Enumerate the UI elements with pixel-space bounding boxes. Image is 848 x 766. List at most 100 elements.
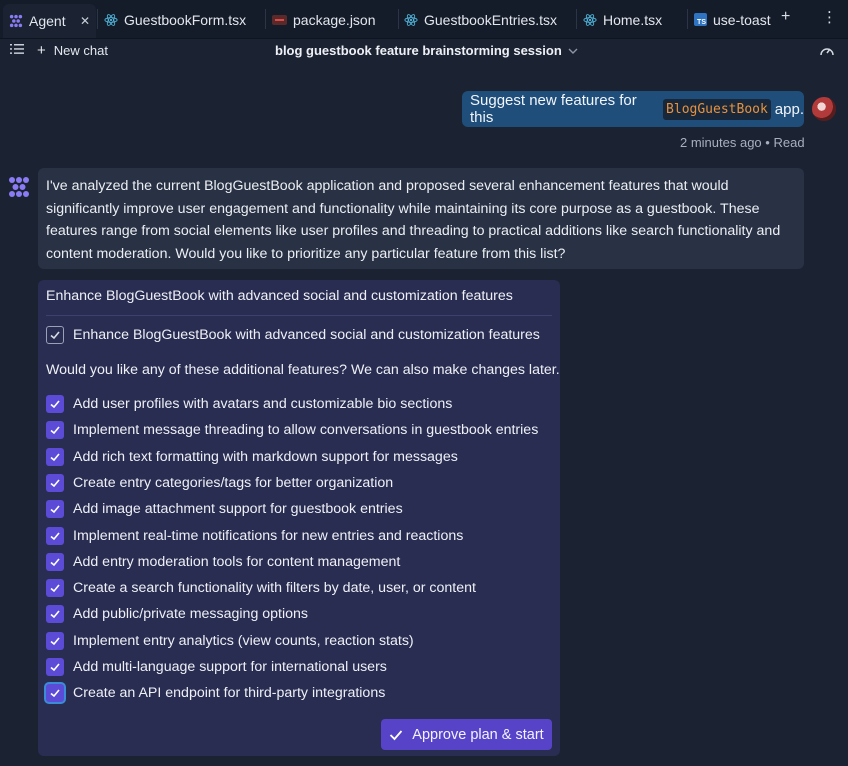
feature-checkbox-row[interactable]: Implement real-time notifications for ne… [46, 526, 464, 545]
checkbox[interactable] [46, 658, 64, 676]
typescript-icon: TS [694, 13, 707, 26]
user-message-text: Suggest new features for this [470, 92, 637, 126]
list-icon [10, 44, 24, 54]
meta-separator: • [765, 135, 770, 150]
user-message-text-end: app. [774, 100, 804, 118]
tab-label: Home.tsx [603, 11, 663, 28]
feature-checkbox-row[interactable]: Create a search functionality with filte… [46, 579, 476, 598]
feature-checkbox-row[interactable]: Implement message threading to allow con… [46, 421, 539, 440]
checkmark-icon [50, 689, 60, 698]
checkmark-icon [50, 331, 60, 340]
new-chat-button[interactable]: + New chat [37, 41, 108, 59]
checkbox[interactable] [46, 421, 64, 440]
read-status: Read [773, 135, 805, 150]
feature-checkbox-row[interactable]: Add user profiles with avatars and custo… [46, 395, 452, 413]
tab-home[interactable]: Home.tsx [583, 6, 683, 33]
checkbox[interactable] [46, 552, 64, 571]
checkmark-icon [50, 531, 60, 540]
tab-package-json[interactable]: package.json [272, 6, 397, 33]
feature-checkbox-row[interactable]: Add multi-language support for internati… [46, 658, 387, 676]
plan-question: Would you like any of these additional f… [46, 362, 560, 378]
feature-checkbox-row[interactable]: Create an API endpoint for third-party i… [46, 684, 386, 703]
tab-label: Agent [29, 13, 66, 29]
feature-checkbox-row[interactable]: Implement entry analytics (view counts, … [46, 631, 414, 650]
user-message: Suggest new features for this BlogGuestB… [462, 91, 804, 127]
checkmark-icon [50, 479, 60, 488]
checkbox-label: Add public/private messaging options [73, 606, 309, 623]
tab-use-toast[interactable]: TS use-toast [694, 6, 772, 33]
checkbox-label: Add image attachment support for guestbo… [73, 501, 403, 518]
checkmark-icon [50, 558, 60, 566]
checkbox[interactable] [46, 579, 64, 598]
new-tab-button[interactable]: + [781, 8, 790, 26]
feature-checkbox-row[interactable]: Create entry categories/tags for better … [46, 473, 394, 492]
checkbox-label: Implement message threading to allow con… [73, 422, 539, 439]
agent-message: I've analyzed the current BlogGuestBook … [38, 168, 804, 269]
tab-guestbook-entries[interactable]: GuestbookEntries.tsx [404, 6, 574, 33]
avatar [812, 97, 836, 121]
react-icon [404, 13, 418, 26]
checkbox[interactable] [46, 631, 64, 650]
checkbox[interactable] [46, 447, 64, 466]
agent-icon [9, 14, 23, 28]
checkbox[interactable] [46, 326, 64, 344]
feature-checkbox-row[interactable]: Add entry moderation tools for content m… [46, 552, 401, 571]
history-list-button[interactable] [10, 43, 24, 55]
checkbox-label: Add user profiles with avatars and custo… [73, 396, 453, 412]
checkbox-label: Enhance BlogGuestBook with advanced soci… [73, 327, 540, 343]
agent-logo-icon [9, 177, 29, 197]
checkbox-label: Implement entry analytics (view counts, … [73, 632, 414, 649]
checkbox-label: Add entry moderation tools for content m… [73, 553, 401, 570]
tab-label: package.json [293, 11, 376, 28]
checkbox-label: Create entry categories/tags for better … [73, 474, 394, 491]
tab-agent[interactable]: Agent ✕ [3, 4, 96, 38]
checkbox[interactable] [46, 473, 64, 492]
checkbox-label: Implement real-time notifications for ne… [73, 527, 464, 544]
more-options-icon[interactable]: ⋮ [822, 8, 837, 26]
main-plan-checkbox-row[interactable]: Enhance BlogGuestBook with advanced soci… [46, 326, 540, 344]
checkbox-label: Add rich text formatting with markdown s… [73, 448, 458, 465]
checkmark-icon [50, 663, 60, 672]
checkmark-icon [50, 400, 60, 409]
inline-code: BlogGuestBook [663, 98, 771, 120]
feature-checkbox-row[interactable]: Add public/private messaging options [46, 605, 309, 624]
tab-guestbook-form[interactable]: GuestbookForm.tsx [104, 6, 264, 33]
plus-icon: + [37, 41, 46, 59]
chevron-down-icon [568, 48, 578, 54]
checkbox[interactable] [46, 500, 64, 519]
tab-label: use-toast [713, 11, 771, 28]
checkmark-icon [50, 637, 60, 645]
close-icon[interactable]: ✕ [80, 14, 90, 28]
usage-gauge-button[interactable] [819, 44, 835, 58]
feature-checkbox-row[interactable]: Add rich text formatting with markdown s… [46, 447, 458, 466]
approve-plan-button[interactable]: Approve plan & start [381, 719, 552, 750]
package-icon [272, 14, 287, 25]
checkbox-label: Create a search functionality with filte… [73, 580, 476, 597]
feature-checkbox-row[interactable]: Add image attachment support for guestbo… [46, 500, 403, 519]
chat-toolbar: + New chat blog guestbook feature brains… [0, 38, 848, 64]
divider [46, 315, 552, 316]
plan-card: Enhance BlogGuestBook with advanced soci… [38, 280, 560, 756]
gauge-icon [820, 48, 834, 56]
checkbox[interactable] [46, 605, 64, 624]
message-meta: 2 minutes ago • Read [680, 135, 805, 150]
message-time: 2 minutes ago [680, 135, 762, 150]
checkmark-icon [50, 426, 60, 435]
approve-button-label: Approve plan & start [412, 726, 544, 743]
new-chat-label: New chat [53, 43, 108, 58]
tab-label: GuestbookEntries.tsx [424, 11, 558, 28]
session-title[interactable]: blog guestbook feature brainstorming ses… [275, 43, 578, 58]
checkmark-icon [50, 453, 60, 461]
plan-title: Enhance BlogGuestBook with advanced soci… [46, 288, 513, 304]
check-icon [390, 729, 403, 740]
checkbox[interactable] [46, 526, 64, 545]
checkmark-icon [50, 505, 60, 514]
checkmark-icon [50, 610, 60, 619]
checkmark-icon [50, 584, 60, 593]
checkbox-label: Create an API endpoint for third-party i… [73, 685, 386, 702]
checkbox-label: Add multi-language support for internati… [73, 659, 387, 675]
tab-label: GuestbookForm.tsx [124, 11, 247, 28]
checkbox[interactable] [46, 684, 64, 703]
tab-bar: Agent ✕ GuestbookForm.tsx package.json G… [0, 0, 848, 39]
checkbox[interactable] [46, 395, 64, 413]
